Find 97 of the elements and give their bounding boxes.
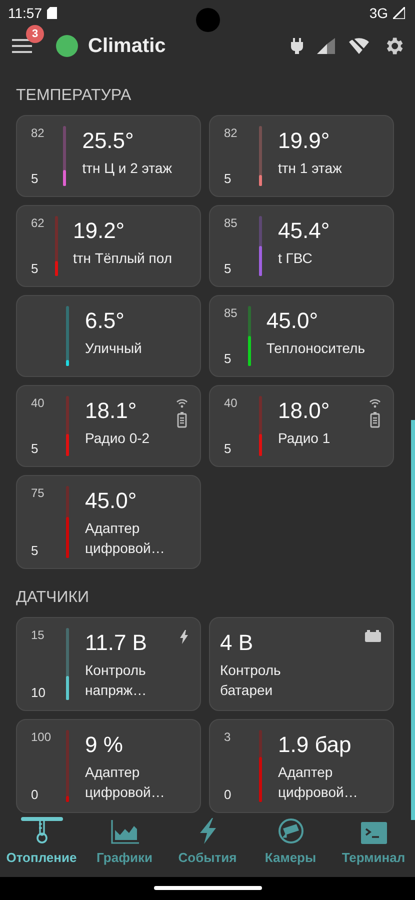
network-type: 3G — [369, 4, 388, 21]
reading-value: 18.1° — [85, 398, 138, 424]
sensor-card[interactable]: 3 0 1.9 бар Адаптер цифровой… — [209, 719, 394, 814]
battery-icon — [177, 412, 187, 428]
signal-icon[interactable] — [317, 38, 335, 54]
scale-max: 40 — [224, 396, 238, 410]
sensor-card[interactable]: 75 5 45.0° Адаптер цифровой… — [16, 475, 201, 570]
sensor-label: цифровой… — [85, 539, 165, 558]
scale-max: 85 — [224, 306, 238, 320]
sensor-card[interactable]: 82 5 25.5° tтн Ц и 2 этаж — [16, 115, 201, 198]
reading-value: 1.9 бар — [278, 732, 352, 758]
scale-max: 100 — [31, 730, 52, 744]
sd-card-icon — [47, 6, 57, 19]
scale-max: 15 — [31, 628, 46, 642]
sensor-card[interactable]: 100 0 9 % Адаптер цифровой… — [16, 719, 201, 814]
terminal-icon — [360, 822, 386, 844]
reading-value: 19.9° — [278, 128, 331, 154]
reading-value: 6.5° — [85, 308, 126, 334]
sensor-label: Адаптер — [278, 763, 334, 782]
sensor-card[interactable]: 82 5 19.9° tтн 1 этаж — [209, 115, 394, 198]
bolt-icon — [180, 630, 188, 644]
bolt-icon — [198, 818, 218, 844]
scale-max: 3 — [224, 730, 232, 744]
sensor-label: цифровой… — [85, 783, 165, 802]
menu-icon[interactable] — [12, 39, 32, 54]
sensor-label: Адаптер — [85, 763, 141, 782]
camera-icon — [278, 818, 304, 844]
sensor-label: Теплоноситель — [266, 339, 365, 358]
reading-value: 18.0° — [278, 398, 330, 424]
reading-value: 45.0° — [266, 308, 319, 334]
plug-icon[interactable] — [291, 38, 303, 54]
scale-min: 5 — [31, 441, 40, 456]
reading-value: 45.0° — [85, 488, 138, 514]
scale-max: 82 — [31, 126, 46, 140]
sensor-label: цифровой… — [278, 783, 358, 802]
scale-min: 0 — [224, 787, 232, 802]
sensor-label: Радио 0-2 — [85, 429, 150, 448]
sensor-label: Контроль — [85, 661, 147, 680]
sensor-card[interactable]: 85 5 45.4° t ГВС — [209, 205, 394, 288]
reading-value: 9 % — [85, 732, 124, 758]
sensor-label: Радио 1 — [278, 429, 330, 448]
nav-tab[interactable]: Терминал — [332, 813, 415, 877]
car-battery-icon — [365, 630, 381, 642]
camera-cutout — [196, 8, 220, 32]
scale-max: 62 — [31, 216, 46, 230]
app-title: Climatic — [88, 34, 166, 58]
scale-min: 5 — [224, 441, 232, 456]
home-indicator[interactable] — [154, 886, 262, 890]
sensor-label: t ГВС — [278, 249, 314, 268]
sensor-card[interactable]: 62 5 19.2° tтн Тёплый пол — [16, 205, 201, 288]
nav-tab[interactable]: Отопление — [0, 813, 83, 877]
tab-indicator — [20, 817, 62, 822]
sensor-label: Адаптер — [85, 519, 141, 538]
notification-badge: 3 — [26, 25, 44, 44]
scale-min: 5 — [31, 543, 40, 558]
wifi-off-icon[interactable] — [349, 38, 369, 54]
battery-icon — [370, 412, 380, 428]
nav-tab[interactable]: Графики — [83, 813, 166, 877]
sensor-label: tтн 1 этаж — [278, 159, 342, 178]
sensor-label: батареи — [220, 681, 274, 700]
sensor-label: tтн Ц и 2 этаж — [82, 159, 172, 178]
scale-min: 5 — [224, 351, 232, 366]
sensor-card[interactable]: 85 5 45.0° Теплоноситель — [209, 295, 394, 378]
reading-value: 25.5° — [82, 128, 135, 154]
wifi-icon — [369, 398, 381, 408]
sensor-label: Уличный — [85, 339, 142, 358]
sensor-card[interactable]: 40 5 18.0° Радио 1 — [209, 385, 394, 468]
sensor-label: tтн Тёплый пол — [72, 249, 172, 268]
sensor-card[interactable]: 4 В Контроль батареи — [209, 617, 394, 712]
section-title: ТЕМПЕРАТУРА — [16, 87, 132, 106]
sensor-card[interactable]: 15 10 11.7 В Контроль напряж… — [16, 617, 201, 712]
signal-icon — [393, 6, 405, 19]
status-time: 11:57 — [8, 4, 42, 21]
sensor-label: Контроль — [220, 661, 281, 680]
scale-min: 5 — [31, 261, 40, 276]
wifi-icon — [176, 398, 188, 408]
scale-max: 40 — [31, 396, 46, 410]
scale-min: 5 — [31, 171, 40, 186]
scale-max: 82 — [224, 126, 238, 140]
scale-min: 0 — [31, 787, 40, 802]
sensor-card[interactable]: 40 5 18.1° Радио 0-2 — [16, 385, 201, 468]
chart-icon — [110, 820, 138, 844]
scale-min: 5 — [224, 261, 232, 276]
reading-value: 19.2° — [72, 218, 126, 244]
scroll-bar[interactable] — [411, 420, 415, 820]
scale-max: 75 — [31, 486, 46, 500]
reading-value: 45.4° — [278, 218, 330, 244]
reading-value: 11.7 В — [85, 630, 147, 656]
scale-min: 10 — [31, 685, 46, 700]
nav-tab[interactable]: События — [166, 813, 249, 877]
section-title: ДАТЧИКИ — [16, 589, 90, 608]
scale-min: 5 — [224, 171, 232, 186]
reading-value: 4 В — [220, 630, 254, 656]
nav-tab[interactable]: Камеры — [249, 813, 332, 877]
scale-max: 85 — [224, 216, 238, 230]
sensor-card[interactable]: 6.5° Уличный — [16, 295, 201, 378]
sensor-label: напряж… — [85, 681, 147, 700]
